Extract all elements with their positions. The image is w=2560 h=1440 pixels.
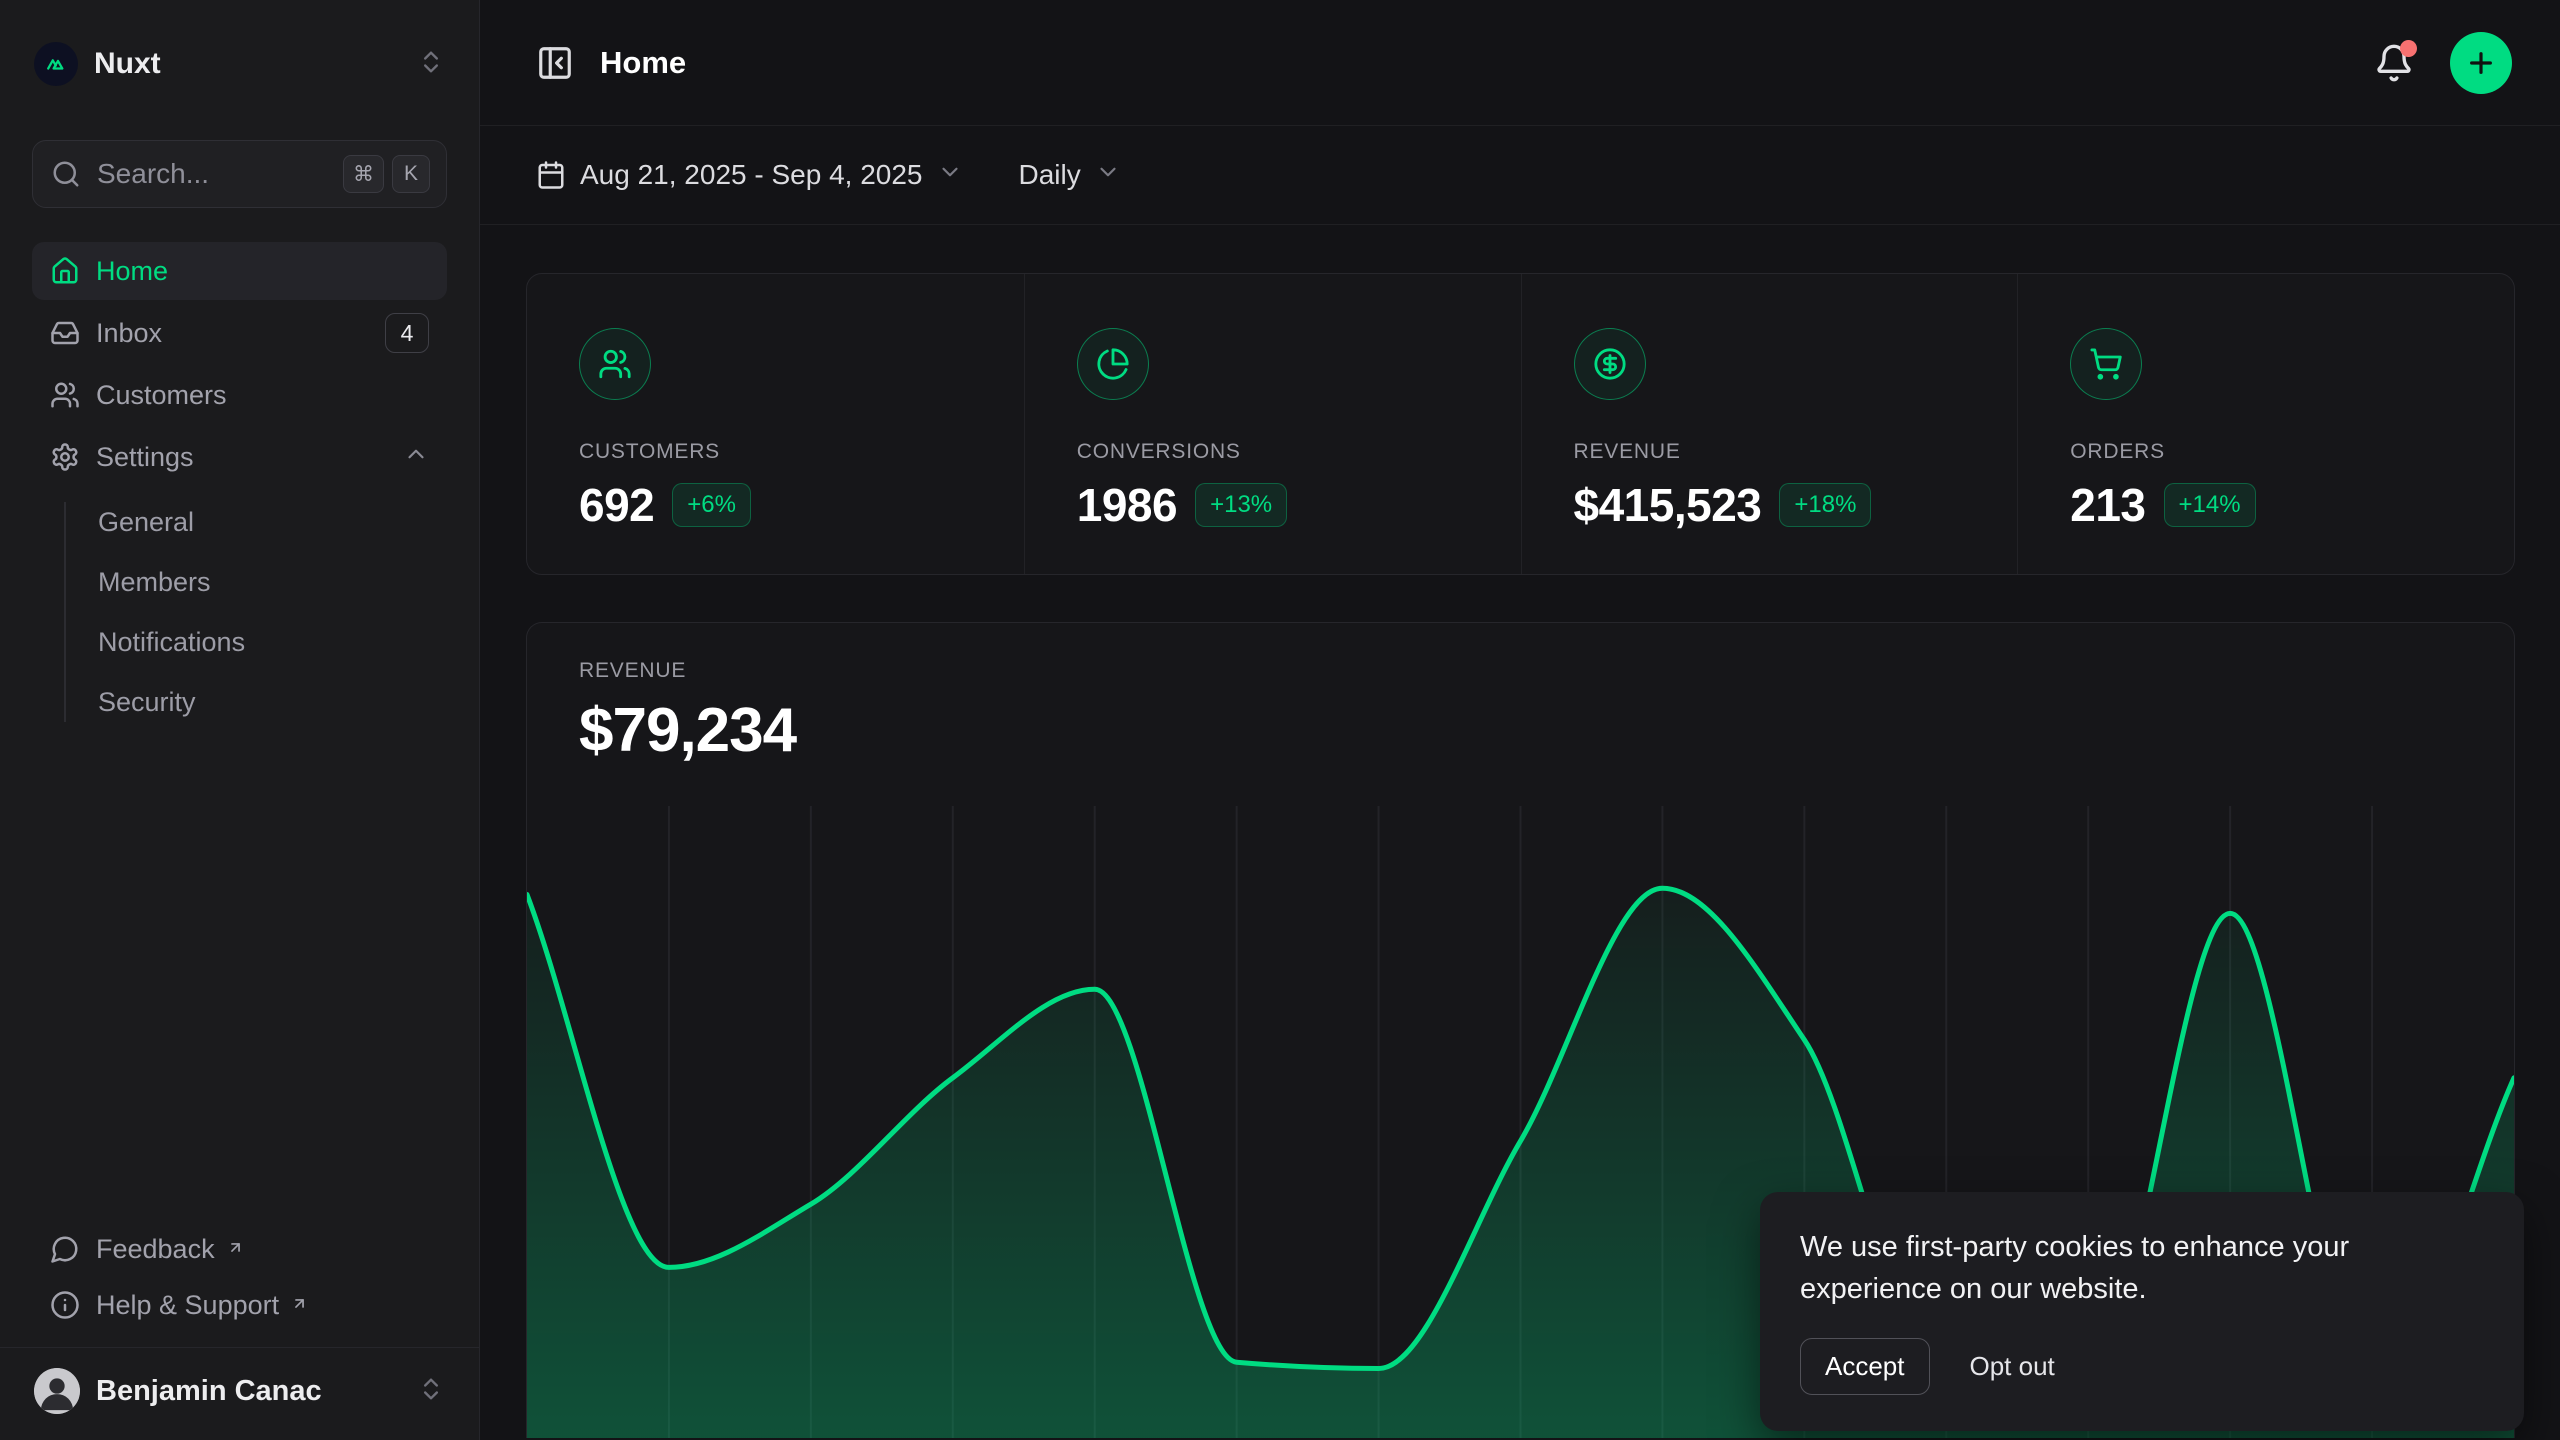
pie-chart-icon — [1077, 328, 1149, 400]
date-range-value: Aug 21, 2025 - Sep 4, 2025 — [580, 159, 923, 191]
kbd-k: K — [392, 155, 430, 193]
team-switcher[interactable]: Nuxt — [32, 40, 447, 88]
chevron-up-icon — [403, 441, 429, 474]
kbd-cmd: ⌘ — [343, 155, 384, 193]
stat-value: 213 — [2070, 478, 2145, 532]
sidebar-item-label: Settings — [96, 442, 387, 473]
cookie-message: We use first-party cookies to enhance yo… — [1800, 1226, 2410, 1310]
inbox-count-badge: 4 — [385, 313, 429, 353]
search-icon — [51, 159, 81, 189]
user-name: Benjamin Canac — [96, 1375, 401, 1408]
feedback-link[interactable]: Feedback — [32, 1221, 447, 1277]
sidebar-item-general[interactable]: General — [32, 494, 447, 550]
chevron-down-icon — [1095, 159, 1121, 192]
topbar: Home — [480, 0, 2560, 126]
team-name: Nuxt — [94, 47, 401, 81]
chevron-down-icon — [937, 159, 963, 192]
stat-value: 1986 — [1077, 478, 1177, 532]
sidebar-item-inbox[interactable]: Inbox 4 — [32, 304, 447, 362]
sidebar-item-label: Customers — [96, 380, 429, 411]
search-input[interactable]: Search... ⌘ K — [32, 140, 447, 208]
stats-row: CUSTOMERS 692 +6% CONVERSIONS 1986 +13% — [526, 273, 2515, 575]
stat-label: CUSTOMERS — [579, 440, 984, 464]
notification-dot — [2400, 40, 2417, 57]
stat-card-revenue: REVENUE $415,523 +18% — [1521, 274, 2018, 574]
collapse-sidebar-button[interactable] — [536, 44, 574, 82]
help-support-link[interactable]: Help & Support — [32, 1277, 447, 1333]
notifications-button[interactable] — [2374, 43, 2414, 83]
info-icon — [50, 1290, 80, 1320]
stat-card-orders: ORDERS 213 +14% — [2017, 274, 2514, 574]
panel-left-close-icon — [536, 44, 574, 82]
new-item-button[interactable] — [2450, 32, 2512, 94]
sidebar-item-settings[interactable]: Settings — [32, 428, 447, 486]
filter-bar: Aug 21, 2025 - Sep 4, 2025 Daily — [480, 126, 2560, 225]
circle-dollar-icon — [1574, 328, 1646, 400]
house-icon — [50, 256, 80, 286]
cookie-accept-button[interactable]: Accept — [1800, 1338, 1930, 1395]
stat-delta-badge: +14% — [2164, 483, 2256, 527]
gear-icon — [50, 442, 80, 472]
chevrons-up-down-icon — [417, 48, 445, 81]
chevrons-up-down-icon — [417, 1375, 445, 1408]
sidebar-item-members[interactable]: Members — [32, 554, 447, 610]
calendar-icon — [536, 160, 566, 190]
users-icon — [579, 328, 651, 400]
search-placeholder: Search... — [97, 158, 327, 190]
settings-subnav: General Members Notifications Security — [32, 494, 447, 730]
sidebar-item-security[interactable]: Security — [32, 674, 447, 730]
sidebar-item-label: Inbox — [96, 318, 369, 349]
stat-value: $415,523 — [1574, 478, 1762, 532]
users-icon — [50, 380, 80, 410]
plus-icon — [2465, 47, 2497, 79]
stat-value: 692 — [579, 478, 654, 532]
sidebar-item-home[interactable]: Home — [32, 242, 447, 300]
message-circle-icon — [50, 1234, 80, 1264]
sidebar-item-notifications[interactable]: Notifications — [32, 614, 447, 670]
sidebar-item-customers[interactable]: Customers — [32, 366, 447, 424]
external-link-icon — [291, 1288, 308, 1319]
stat-label: REVENUE — [1574, 440, 1978, 464]
stat-delta-badge: +13% — [1195, 483, 1287, 527]
stat-label: ORDERS — [2070, 440, 2474, 464]
sidebar-nav: Home Inbox 4 Customers Settings — [32, 242, 447, 730]
footer-link-label: Feedback — [96, 1234, 215, 1265]
revenue-panel-label: REVENUE — [579, 659, 2462, 683]
user-menu[interactable]: Benjamin Canac — [32, 1348, 447, 1440]
stat-card-customers: CUSTOMERS 692 +6% — [527, 274, 1024, 574]
stat-delta-badge: +18% — [1779, 483, 1871, 527]
sidebar-item-label: Home — [96, 256, 429, 287]
granularity-value: Daily — [1019, 159, 1081, 191]
inbox-icon — [50, 318, 80, 348]
shopping-cart-icon — [2070, 328, 2142, 400]
search-kbd-shortcut: ⌘ K — [343, 155, 430, 193]
stat-label: CONVERSIONS — [1077, 440, 1481, 464]
external-link-icon — [227, 1232, 244, 1263]
footer-link-label: Help & Support — [96, 1290, 279, 1321]
revenue-panel-value: $79,234 — [579, 695, 2462, 766]
nuxt-logo — [34, 42, 78, 86]
date-range-picker[interactable]: Aug 21, 2025 - Sep 4, 2025 — [536, 159, 963, 192]
stat-delta-badge: +6% — [672, 483, 751, 527]
granularity-select[interactable]: Daily — [1019, 159, 1121, 192]
sidebar-footer: Feedback Help & Support Benjami — [32, 1221, 447, 1440]
cookie-banner: We use first-party cookies to enhance yo… — [1760, 1192, 2524, 1431]
page-title: Home — [600, 45, 686, 81]
cookie-optout-button[interactable]: Opt out — [1970, 1351, 2055, 1382]
stat-card-conversions: CONVERSIONS 1986 +13% — [1024, 274, 1521, 574]
avatar — [34, 1368, 80, 1414]
sidebar: Nuxt Search... ⌘ K Home — [0, 0, 480, 1440]
